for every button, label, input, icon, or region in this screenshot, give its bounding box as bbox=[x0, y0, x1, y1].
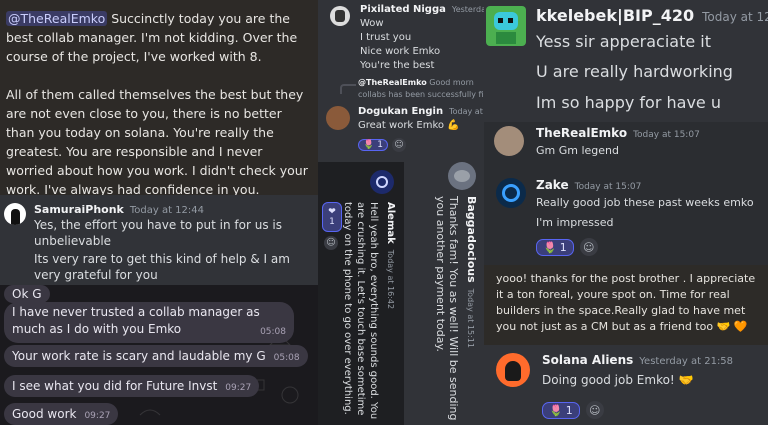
timestamp: Today at 15:07 bbox=[574, 182, 642, 192]
avatar[interactable] bbox=[326, 106, 350, 130]
username[interactable]: Zake bbox=[536, 178, 569, 192]
chat-bubble: I see what you did for Future Invst 09:27 bbox=[4, 375, 260, 397]
bubble-text: I have never trusted a collab manager as… bbox=[12, 305, 260, 336]
message-panel-kkelebek: kkelebek|BIP_420 Today at 12: Yess sir ap… bbox=[484, 0, 768, 122]
message-panel-solana-aliens: Solana Aliens Yesterday at 21:58 Doing go… bbox=[484, 345, 768, 425]
message-panel-baggadocious: Baggadocious Today at 15:11 Thanks fam! Y… bbox=[404, 162, 484, 425]
username[interactable]: Baggadocious bbox=[465, 196, 478, 283]
timestamp: Today at 12:44 bbox=[129, 205, 205, 216]
avatar[interactable] bbox=[448, 162, 476, 190]
message-line: U are really hardworking bbox=[536, 62, 733, 81]
message-text: Gm Gm legend bbox=[536, 144, 619, 157]
add-reaction-icon[interactable]: ☺ bbox=[391, 138, 406, 152]
message-header: Baggadocious Today at 15:11 bbox=[465, 196, 478, 348]
message-line: Really good job these past weeks emko bbox=[536, 196, 754, 209]
add-reaction-icon[interactable]: ☺ bbox=[579, 238, 598, 256]
bubble-time: 09:27 bbox=[225, 383, 252, 393]
timestamp: Today at 15:11 bbox=[466, 288, 475, 348]
reply-preview[interactable]: @TheRealEmko Good morn bbox=[358, 78, 474, 87]
avatar[interactable] bbox=[330, 6, 350, 26]
message-panel-alemak: ❤ 1 ☺ Hell yeah bro, everything sounds g… bbox=[318, 162, 404, 425]
avatar[interactable] bbox=[486, 6, 526, 46]
reaction-button[interactable]: 🌷 1 bbox=[542, 401, 580, 419]
reply-mention: @TheRealEmko bbox=[358, 78, 427, 87]
message-line: Nice work Emko bbox=[360, 46, 441, 57]
username[interactable]: Solana Aliens bbox=[542, 353, 633, 367]
message-line: Yess sir apperaciate it bbox=[536, 32, 712, 51]
timestamp: Today at 15:07 bbox=[633, 130, 700, 140]
message-text: yooo! thanks for the post brother . I ap… bbox=[496, 272, 756, 333]
flower-emoji-icon: 🌷 bbox=[543, 240, 557, 254]
message-line: I trust you bbox=[360, 32, 412, 43]
bubble-time: 05:08 bbox=[273, 353, 300, 363]
message-text: @TheRealEmko Succinctly today you are th… bbox=[6, 9, 312, 66]
heart-emoji-icon: ❤ bbox=[328, 207, 336, 217]
avatar[interactable] bbox=[4, 203, 26, 225]
message-line: Its very rare to get this kind of help &… bbox=[34, 252, 290, 282]
username[interactable]: Dogukan Engin bbox=[358, 106, 443, 117]
message-panel-thanks: yooo! thanks for the post brother . I ap… bbox=[484, 265, 768, 345]
chat-bubble: Your work rate is scary and laudable my … bbox=[4, 345, 308, 367]
user-mention[interactable]: @TheRealEmko bbox=[6, 11, 108, 26]
message-panel-samuraiphonk: SamuraiPhonk Today at 12:44 Yes, the effo… bbox=[0, 195, 318, 285]
avatar[interactable] bbox=[370, 170, 394, 194]
timestamp: Today at 16:24 bbox=[449, 107, 484, 116]
bubble-text: Good work bbox=[12, 407, 77, 421]
timestamp: Yesterday at 1 bbox=[451, 5, 484, 14]
avatar[interactable] bbox=[494, 126, 524, 156]
username[interactable]: Alemak bbox=[385, 202, 396, 244]
flower-emoji-icon: 🌷 bbox=[363, 140, 375, 150]
chat-bubble: Good work 09:27 bbox=[4, 403, 119, 425]
bubble-text: Your work rate is scary and laudable my … bbox=[12, 349, 266, 363]
message-text-content: Hell yeah bro, everything sounds good. Y… bbox=[342, 202, 379, 420]
chat-bubble: Ok G bbox=[4, 285, 50, 303]
message-line: You're the best bbox=[360, 60, 435, 71]
timestamp: Yesterday at 21:58 bbox=[639, 356, 734, 367]
reaction-count: 1 bbox=[559, 240, 567, 254]
message-line: Im so happy for have u bbox=[536, 93, 721, 112]
reaction-count: 1 bbox=[377, 140, 383, 150]
reaction-button[interactable]: 🌷 1 bbox=[536, 238, 574, 256]
bubble-time: 09:27 bbox=[84, 411, 111, 421]
testimonial-panel-1: @TheRealEmko Succinctly today you are th… bbox=[0, 0, 318, 195]
reaction-button[interactable]: ❤ 1 bbox=[322, 202, 342, 232]
timestamp: Today at 12: bbox=[702, 10, 768, 24]
chat-bubble: I have never trusted a collab manager as… bbox=[4, 302, 294, 343]
avatar[interactable] bbox=[496, 353, 530, 387]
username[interactable]: SamuraiPhonk bbox=[34, 203, 124, 216]
reaction-count: 1 bbox=[329, 217, 335, 227]
add-reaction-icon[interactable]: ☺ bbox=[585, 401, 604, 419]
message-line: I'm impressed bbox=[536, 216, 614, 229]
username[interactable]: Pixilated Nigga bbox=[360, 4, 446, 15]
message-line: Yes, the effort you have to put in for u… bbox=[34, 218, 283, 248]
message-line: Wow bbox=[360, 18, 384, 29]
message-text-content: Thanks fam! You as well! Will be sending… bbox=[434, 196, 460, 421]
message-text: Hell yeah bro, everything sounds good. Y… bbox=[341, 202, 380, 422]
timestamp: Today at 16:42 bbox=[386, 249, 395, 310]
chat-bubbles-panel: Ok G I have never trusted a collab manag… bbox=[0, 285, 318, 425]
bubble-text: Ok G bbox=[12, 287, 42, 301]
bubble-text: I see what you did for Future Invst bbox=[12, 379, 218, 393]
username[interactable]: TheRealEmko bbox=[536, 126, 627, 140]
reply-text: Good morn bbox=[429, 78, 474, 87]
message-text: Great work Emko 💪 bbox=[358, 120, 460, 131]
username[interactable]: kkelebek|BIP_420 bbox=[536, 6, 694, 25]
reaction-button[interactable]: 🌷 1 bbox=[358, 139, 388, 151]
message-header: Alemak Today at 16:42 bbox=[385, 202, 396, 309]
avatar[interactable] bbox=[496, 178, 526, 208]
message-panel-pixilated: Pixilated Nigga Yesterday at 1 Wow I trus… bbox=[318, 0, 484, 162]
flower-emoji-icon: 🌷 bbox=[549, 403, 563, 417]
message-text: Thanks fam! You as well! Will be sending… bbox=[434, 196, 460, 421]
reaction-count: 1 bbox=[565, 403, 573, 417]
add-reaction-icon[interactable]: ☺ bbox=[324, 236, 338, 250]
bubble-time: 05:08 bbox=[260, 327, 286, 337]
message-text-part2: All of them called themselves the best b… bbox=[6, 87, 308, 195]
reply-text-2: collabs has been successfully fi bbox=[358, 90, 484, 99]
message-panel-zake: TheRealEmko Today at 15:07 Gm Gm legend Z… bbox=[484, 122, 768, 265]
reply-connector bbox=[340, 84, 356, 94]
message-text: Doing good job Emko! 🤝 bbox=[542, 373, 694, 387]
